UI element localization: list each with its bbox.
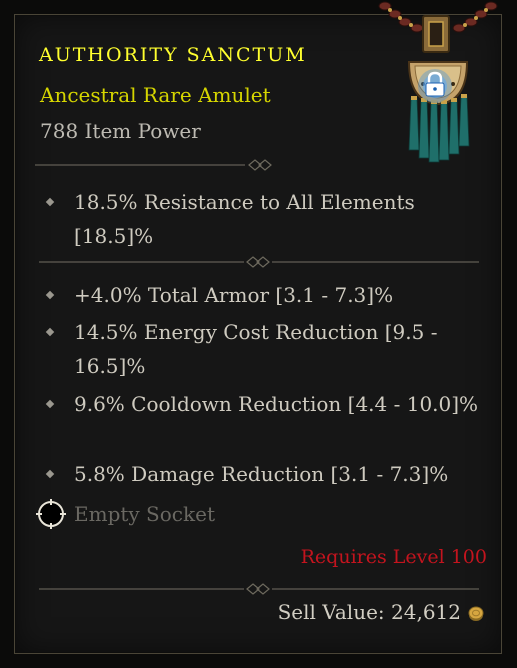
gold-coin-icon bbox=[468, 606, 484, 621]
stat-line: 5.8% Damage Reduction [3.1 - 7.3]% bbox=[45, 457, 487, 491]
stat-line: +4.0% Total Armor [3.1 - 7.3]% bbox=[45, 278, 487, 312]
item-power: 788 Item Power bbox=[40, 119, 201, 143]
stat-text: 18.5% Resistance to All Elements [18.5]% bbox=[74, 190, 415, 248]
stat-text: 14.5% Energy Cost Reduction [9.5 - 16.5]… bbox=[74, 320, 438, 378]
item-name: AUTHORITY SANCTUM bbox=[39, 44, 307, 66]
divider bbox=[39, 256, 479, 268]
diamond-bullet-icon bbox=[45, 399, 55, 409]
sell-value: Sell Value: 24,612 bbox=[278, 600, 461, 624]
diamond-bullet-icon bbox=[45, 290, 55, 300]
amulet-icon bbox=[378, 1, 498, 163]
divider bbox=[39, 583, 479, 595]
socket-icon bbox=[36, 499, 66, 529]
stat-text: 9.6% Cooldown Reduction [4.4 - 10.0]% bbox=[74, 392, 479, 416]
stat-text: 5.8% Damage Reduction [3.1 - 7.3]% bbox=[74, 462, 449, 486]
stat-line: 14.5% Energy Cost Reduction [9.5 - 16.5]… bbox=[45, 315, 487, 383]
level-requirement: Requires Level 100 bbox=[300, 546, 487, 568]
diamond-bullet-icon bbox=[45, 197, 55, 207]
socket-label: Empty Socket bbox=[74, 502, 215, 526]
diamond-bullet-icon bbox=[45, 327, 55, 337]
stat-line: 9.6% Cooldown Reduction [4.4 - 10.0]% bbox=[45, 387, 487, 421]
sell-amount: 24,612 bbox=[391, 600, 461, 624]
divider bbox=[35, 159, 275, 171]
lock-icon bbox=[418, 69, 452, 103]
sell-label: Sell Value: bbox=[277, 600, 385, 624]
stat-text: +4.0% Total Armor [3.1 - 7.3]% bbox=[74, 283, 394, 307]
item-type: Ancestral Rare Amulet bbox=[40, 83, 271, 107]
stat-line: 18.5% Resistance to All Elements [18.5]% bbox=[45, 185, 487, 253]
diamond-bullet-icon bbox=[45, 469, 55, 479]
